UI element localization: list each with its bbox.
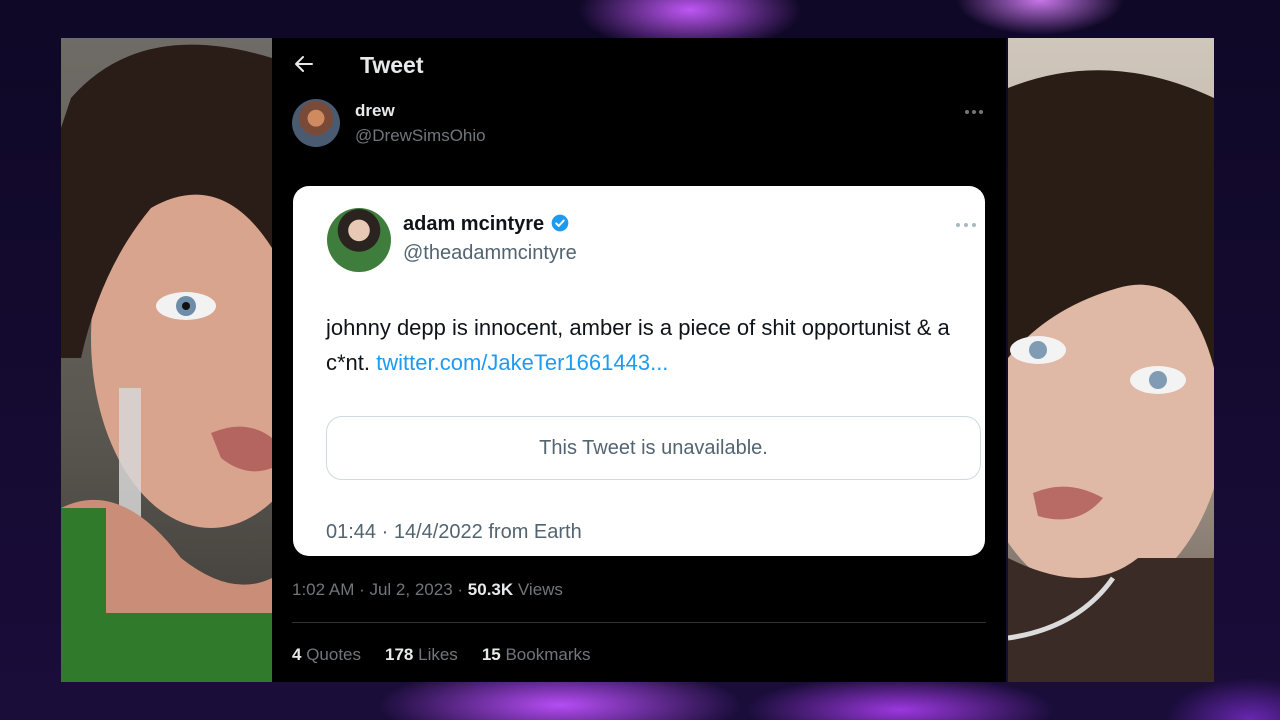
views-count: 50.3K bbox=[467, 580, 514, 599]
engagement-stats: 4 Quotes 178 Likes 15 Bookmarks bbox=[292, 645, 591, 665]
stat-likes[interactable]: 178 Likes bbox=[385, 645, 458, 665]
likes-label: Likes bbox=[418, 645, 458, 664]
unavailable-message: This Tweet is unavailable. bbox=[539, 436, 768, 459]
quotes-count: 4 bbox=[292, 645, 302, 664]
quoted-tweet-timestamp: 01:44 · 14/4/2022 from Earth bbox=[326, 521, 582, 543]
stat-quotes[interactable]: 4 Quotes bbox=[292, 645, 361, 665]
quoted-tweet-link[interactable]: twitter.com/JakeTer1661443... bbox=[376, 350, 668, 375]
quoted-more-icon[interactable] bbox=[953, 218, 979, 232]
back-arrow-icon[interactable] bbox=[292, 52, 316, 76]
author-name[interactable]: drew bbox=[355, 101, 395, 121]
unavailable-tweet-box: This Tweet is unavailable. bbox=[326, 416, 981, 480]
left-portrait-photo bbox=[61, 38, 272, 682]
verified-badge-icon bbox=[551, 214, 569, 232]
quoted-author-name-row[interactable]: adam mcintyre bbox=[403, 213, 570, 236]
quoted-tweet-text: johnny depp is innocent, amber is a piec… bbox=[326, 310, 966, 380]
right-portrait-photo bbox=[1008, 38, 1214, 682]
author-avatar[interactable] bbox=[292, 99, 340, 147]
more-icon[interactable] bbox=[962, 104, 986, 120]
stat-bookmarks[interactable]: 15 Bookmarks bbox=[482, 645, 591, 665]
quoted-author-name[interactable]: adam mcintyre bbox=[403, 213, 544, 235]
page-title: Tweet bbox=[360, 52, 424, 78]
bookmarks-count: 15 bbox=[481, 645, 501, 664]
views-label: Views bbox=[517, 580, 563, 599]
bookmarks-label: Bookmarks bbox=[505, 645, 591, 664]
likes-count: 178 bbox=[385, 645, 414, 664]
quotes-label: Quotes bbox=[306, 645, 362, 664]
tweet-metadata: 1:02 AM · Jul 2, 2023 · 50.3K Views bbox=[292, 580, 563, 600]
left-portrait-illustration bbox=[61, 44, 272, 682]
right-portrait-illustration bbox=[1008, 70, 1214, 682]
divider bbox=[292, 622, 986, 623]
tweet-datetime[interactable]: 1:02 AM · Jul 2, 2023 · bbox=[292, 580, 463, 599]
quoted-tweet-card[interactable]: adam mcintyre @theadammcintyre johnny de… bbox=[293, 186, 985, 556]
quoted-author-avatar[interactable] bbox=[327, 208, 391, 272]
quoted-author-handle[interactable]: @theadammcintyre bbox=[403, 242, 577, 265]
tweet-panel: Tweet drew @DrewSimsOhio adam mcintyre @… bbox=[272, 38, 1006, 682]
author-handle[interactable]: @DrewSimsOhio bbox=[355, 126, 486, 146]
